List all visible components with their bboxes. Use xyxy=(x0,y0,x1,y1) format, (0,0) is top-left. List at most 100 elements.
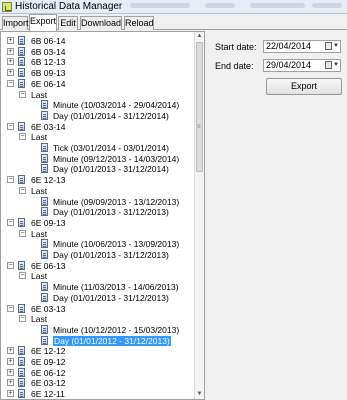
tree-instrument-item[interactable]: +6E 03-12 xyxy=(1,378,193,388)
tree-instrument-item[interactable]: +6E 12-12 xyxy=(1,346,193,356)
tree-instrument-item[interactable]: +6B 09-13 xyxy=(1,68,193,78)
tree-leaf-item[interactable]: Minute (09/12/2013 - 14/03/2014) xyxy=(1,153,193,164)
collapse-icon[interactable]: − xyxy=(19,229,26,237)
expand-icon[interactable]: + xyxy=(7,368,14,376)
tree-item-label: Day (01/01/2013 - 31/12/2014) xyxy=(53,164,169,175)
tree-leaf-item[interactable]: Minute (09/09/2013 - 13/12/2013) xyxy=(1,196,193,207)
collapse-icon[interactable]: − xyxy=(19,186,26,194)
tab-edit[interactable]: Edit xyxy=(58,16,78,30)
tree-instrument-item[interactable]: − 6E 09-13 xyxy=(1,217,193,228)
tree-instrument-item[interactable]: − 6E 06-13 xyxy=(1,260,193,271)
blurred-titlebar-text xyxy=(250,3,305,8)
tree-instrument-item[interactable]: +6B 06-14 xyxy=(1,36,193,46)
expand-icon[interactable]: + xyxy=(7,379,14,387)
window-title: Historical Data Manager xyxy=(15,1,123,12)
tree-item-label: 6E 03-13 xyxy=(31,303,66,314)
expand-icon[interactable]: + xyxy=(7,347,14,355)
tree-item-label: 6E 06-13 xyxy=(31,260,66,271)
collapse-icon[interactable]: − xyxy=(7,261,14,269)
tree-item-label: Last xyxy=(31,271,48,282)
tree-item-label: Last xyxy=(31,89,48,100)
tree-leaf-item[interactable]: Day (01/01/2013 - 31/12/2013) xyxy=(1,207,193,217)
instrument-tree[interactable]: +6B 06-14 +6B 03-14 +6B 12-13 +6B 09-13−6E … xyxy=(0,31,205,400)
tab-export[interactable]: Export xyxy=(29,14,57,31)
tree-leaf-item[interactable]: Day (01/01/2013 - 31/12/2013) xyxy=(1,250,193,260)
data-file-icon xyxy=(41,164,48,174)
tree-instrument-item[interactable]: +6E 09-12 xyxy=(1,357,193,367)
tree-group-item[interactable]: − Last xyxy=(1,271,193,281)
export-button[interactable]: Export xyxy=(266,78,342,95)
instrument-file-icon xyxy=(18,36,25,45)
tree-item-label: Day (01/01/2013 - 31/12/2013) xyxy=(53,207,169,218)
start-date-value: 22/04/2014 xyxy=(266,41,312,51)
data-file-icon xyxy=(41,153,48,163)
instrument-file-icon xyxy=(18,68,25,78)
data-file-icon xyxy=(41,335,48,345)
tree-group-item[interactable]: − Last xyxy=(1,186,193,196)
expand-icon[interactable]: + xyxy=(7,390,14,398)
tree-leaf-item[interactable]: Day (01/01/2013 - 31/12/2013) xyxy=(1,292,193,303)
tree-leaf-item[interactable]: Minute (10/03/2014 - 29/04/2014) xyxy=(1,100,193,110)
collapse-icon[interactable]: − xyxy=(7,176,14,184)
expand-icon[interactable]: + xyxy=(7,358,14,365)
end-date-label: End date: xyxy=(215,61,254,71)
blurred-titlebar-text xyxy=(130,3,190,8)
tree-leaf-item[interactable]: Minute (10/12/2012 - 15/03/2013) xyxy=(1,324,193,335)
collapse-icon[interactable]: − xyxy=(19,272,26,280)
tree-leaf-item[interactable]: Minute (11/03/2013 - 14/06/2013) xyxy=(1,282,193,292)
app-chart-icon xyxy=(2,2,12,12)
data-file-icon xyxy=(41,110,48,120)
instrument-file-icon xyxy=(18,46,25,56)
tab-reload[interactable]: Reload xyxy=(124,16,154,30)
tree-instrument-item[interactable]: − 6E 06-14 xyxy=(1,78,193,89)
collapse-icon[interactable]: − xyxy=(7,304,14,312)
data-file-icon xyxy=(41,292,48,302)
tree-instrument-item[interactable]: +6B 12-13 xyxy=(1,57,193,67)
tree-group-item[interactable]: − Last xyxy=(1,90,193,100)
tree-instrument-item[interactable]: +6E 06-12 xyxy=(1,367,193,378)
collapse-icon[interactable]: − xyxy=(7,122,14,130)
tree-instrument-item[interactable]: +6E 12-11 xyxy=(1,389,193,399)
data-file-icon xyxy=(41,324,48,334)
tree-vertical-scrollbar[interactable]: ▲ ≡ ▼ xyxy=(194,32,204,399)
expand-icon[interactable]: + xyxy=(7,69,14,77)
collapse-icon[interactable]: − xyxy=(19,90,26,98)
tree-instrument-item[interactable]: − 6E 03-13 xyxy=(1,303,193,314)
tree-item-label: 6E 03-12 xyxy=(31,378,66,389)
tree-group-item[interactable]: − Last xyxy=(1,229,193,239)
tab-download[interactable]: Download xyxy=(80,16,122,30)
tree-leaf-item[interactable]: Minute (10/06/2013 - 13/09/2013) xyxy=(1,239,193,249)
end-date-picker[interactable]: 29/04/2014 ▼ xyxy=(263,59,341,72)
expand-icon[interactable]: + xyxy=(7,47,14,55)
tree-instrument-item[interactable]: − 6E 03-14 xyxy=(1,121,193,132)
tree-leaf-item[interactable]: Day (01/01/2012 - 31/12/2013) xyxy=(1,335,193,346)
collapse-icon[interactable]: − xyxy=(19,315,26,323)
tree-item-label: Minute (09/12/2013 - 14/03/2014) xyxy=(53,153,180,164)
tree-group-item[interactable]: − Last xyxy=(1,314,193,324)
tree-item-label: 6E 12-12 xyxy=(31,346,66,357)
tree-leaf-item[interactable]: Day (01/01/2014 - 31/12/2014) xyxy=(1,110,193,121)
end-date-calendar-dropdown[interactable]: ▼ xyxy=(325,61,339,70)
start-date-picker[interactable]: 22/04/2014 ▼ xyxy=(263,40,341,53)
collapse-icon[interactable]: − xyxy=(7,79,14,87)
tab-import[interactable]: Import xyxy=(2,16,29,30)
data-file-icon xyxy=(41,250,48,259)
scroll-up-arrow-icon[interactable]: ▲ xyxy=(195,32,204,41)
expand-icon[interactable]: + xyxy=(7,37,14,44)
tree-leaf-item[interactable]: Tick (03/01/2014 - 03/01/2014) xyxy=(1,143,193,153)
collapse-icon[interactable]: − xyxy=(7,218,14,226)
tree-instrument-item[interactable]: +6B 03-14 xyxy=(1,46,193,57)
scroll-down-arrow-icon[interactable]: ▼ xyxy=(195,390,204,399)
tree-group-item[interactable]: − Last xyxy=(1,132,193,142)
start-date-calendar-dropdown[interactable]: ▼ xyxy=(325,42,339,51)
calendar-icon xyxy=(325,42,332,50)
tree-leaf-item[interactable]: Day (01/01/2013 - 31/12/2014) xyxy=(1,164,193,174)
tree-item-label: Minute (10/12/2012 - 15/03/2013) xyxy=(53,324,180,335)
chevron-down-icon: ▼ xyxy=(333,43,339,49)
expand-icon[interactable]: + xyxy=(7,58,14,66)
collapse-icon[interactable]: − xyxy=(19,133,26,141)
tree-item-label: Minute (10/06/2013 - 13/09/2013) xyxy=(53,239,180,250)
instrument-file-icon xyxy=(18,175,25,185)
tree-instrument-item[interactable]: − 6E 12-13 xyxy=(1,175,193,185)
scroll-thumb[interactable] xyxy=(196,42,203,172)
